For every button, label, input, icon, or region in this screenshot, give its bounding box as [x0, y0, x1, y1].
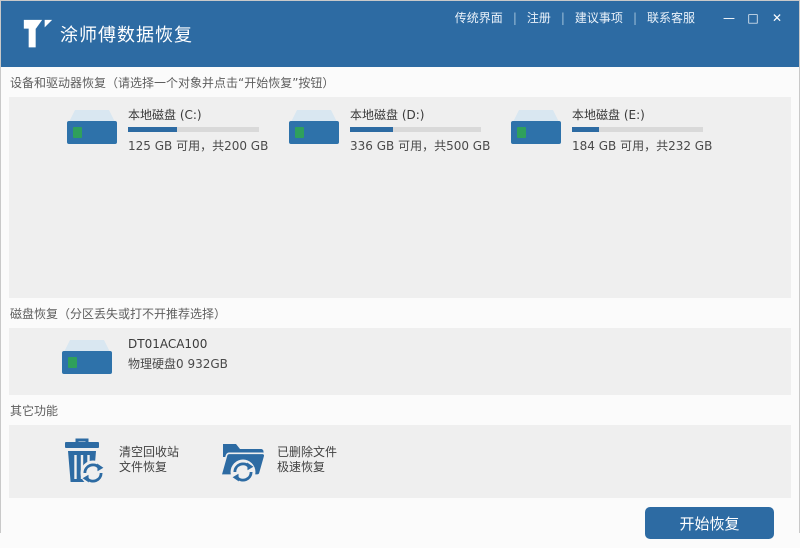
- hard-drive-icon: [67, 110, 117, 144]
- start-recovery-button[interactable]: 开始恢复: [645, 507, 774, 539]
- drive-capacity-text: 125 GB 可用，共200 GB: [128, 139, 269, 153]
- drive-capacity-text: 184 GB 可用，共232 GB: [572, 139, 713, 153]
- menu-contact-support[interactable]: 联系客服: [637, 9, 705, 26]
- drive-tile-e[interactable]: 本地磁盘 (E:) 184 GB 可用，共232 GB: [508, 105, 713, 154]
- refresh-arrows-icon: [230, 459, 256, 485]
- recycle-bin-recover-item[interactable]: 清空回收站 文件恢复: [62, 438, 179, 498]
- usage-bar: [572, 127, 703, 132]
- close-icon[interactable]: ✕: [767, 10, 787, 26]
- other-panel: 清空回收站 文件恢复 已删除文件 极速恢复: [9, 425, 791, 498]
- refresh-arrows-icon: [80, 460, 106, 486]
- hard-drive-icon: [511, 110, 561, 144]
- usage-bar-fill: [572, 127, 600, 132]
- app-logo-icon: [23, 19, 53, 48]
- usage-bar-fill: [128, 127, 178, 132]
- usage-bar-fill: [350, 127, 393, 132]
- drive-capacity-text: 336 GB 可用，共500 GB: [350, 139, 491, 153]
- other-item-label-line1: 清空回收站: [119, 445, 180, 459]
- drives-section-header: 设备和驱动器恢复（请选择一个对象并点击“开始恢复”按钮）: [10, 76, 335, 90]
- other-section-header: 其它功能: [10, 404, 59, 418]
- hard-drive-icon: [62, 340, 112, 374]
- other-item-label-line2: 极速恢复: [277, 460, 326, 474]
- menu-register[interactable]: 注册: [517, 9, 561, 26]
- deleted-files-recover-item[interactable]: 已删除文件 极速恢复: [220, 438, 337, 498]
- menu-suggestions[interactable]: 建议事项: [565, 9, 633, 26]
- maximize-icon[interactable]: □: [743, 10, 763, 26]
- drive-name: 本地磁盘 (C:): [128, 108, 202, 122]
- window-controls: — □ ✕: [715, 10, 787, 26]
- footer-bar: 开始恢复: [1, 498, 799, 548]
- drive-name: 本地磁盘 (D:): [350, 108, 425, 122]
- drive-tile-c[interactable]: 本地磁盘 (C:) 125 GB 可用，共200 GB: [64, 105, 269, 154]
- usage-bar: [128, 127, 259, 132]
- hard-drive-icon: [289, 110, 339, 144]
- physical-disk-tile[interactable]: DT01ACA100 物理硬盘0 932GB: [59, 335, 791, 377]
- app-title: 涂师傅数据恢复: [60, 25, 193, 46]
- disk-model: DT01ACA100: [128, 337, 208, 351]
- usage-bar: [350, 127, 481, 132]
- drive-name: 本地磁盘 (E:): [572, 108, 645, 122]
- minimize-icon[interactable]: —: [719, 10, 739, 26]
- disk-section-header: 磁盘恢复（分区丢失或打不开推荐选择）: [10, 307, 227, 321]
- disk-capacity-text: 物理硬盘0 932GB: [128, 357, 228, 371]
- drives-panel: 本地磁盘 (C:) 125 GB 可用，共200 GB 本地磁盘 (D:) 33…: [9, 97, 791, 298]
- title-bar: 涂师傅数据恢复 传统界面 | 注册 | 建议事项 | 联系客服 — □ ✕: [1, 1, 799, 67]
- other-item-label-line2: 文件恢复: [119, 460, 168, 474]
- drive-tile-d[interactable]: 本地磁盘 (D:) 336 GB 可用，共500 GB: [286, 105, 491, 154]
- other-item-label-line1: 已删除文件: [277, 445, 338, 459]
- disk-panel: DT01ACA100 物理硬盘0 932GB: [9, 328, 791, 395]
- menu-classic-ui[interactable]: 传统界面: [445, 9, 513, 26]
